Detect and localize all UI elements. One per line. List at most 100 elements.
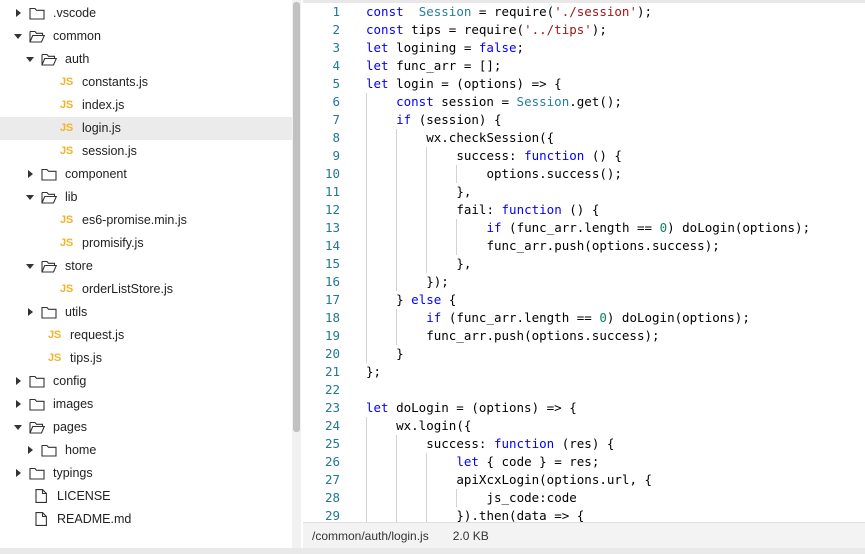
code-line[interactable]: 17} else {: [303, 291, 865, 309]
folder-open-icon: [41, 191, 57, 204]
code-token: './session': [554, 4, 637, 19]
chevron-down-icon[interactable]: [13, 31, 23, 41]
tree-item-utils[interactable]: utils: [0, 301, 292, 324]
code-text: } else {: [396, 291, 456, 309]
code-line[interactable]: 24 wx.login({: [303, 417, 865, 435]
indent-guide: [396, 201, 398, 219]
line-number: 3: [332, 40, 340, 55]
code-line[interactable]: 15},: [303, 255, 865, 273]
tree-item-home[interactable]: home: [0, 439, 292, 462]
code-token: ) doLogin(options);: [667, 220, 811, 235]
tree-item-index-js[interactable]: JS index.js: [0, 94, 292, 117]
js-file-icon: JS: [60, 214, 73, 226]
tree-item-license[interactable]: LICENSE: [0, 485, 292, 508]
tree-item-store[interactable]: store: [0, 255, 292, 278]
code-token: const: [366, 22, 404, 37]
tree-item-component[interactable]: component: [0, 163, 292, 186]
tree-item-label: constants.js: [82, 75, 149, 89]
code-line[interactable]: 18 if (func_arr.length == 0) doLogin(opti…: [303, 309, 865, 327]
tree-item-request-js[interactable]: JS request.js: [0, 324, 292, 347]
code-line[interactable]: 9 success: function () {: [303, 147, 865, 165]
code-token: func_arr.push(options.success);: [426, 328, 660, 343]
code-line[interactable]: 21};: [303, 363, 865, 381]
code-line[interactable]: 2 const tips = require('../tips');: [303, 21, 865, 39]
code-token: let: [366, 76, 389, 91]
chevron-right-icon[interactable]: [13, 8, 23, 18]
folder-icon: [41, 306, 57, 319]
chevron-right-icon[interactable]: [13, 376, 23, 386]
code-token: });: [426, 274, 449, 289]
line-number: 5: [332, 76, 340, 91]
tree-item-typings[interactable]: typings: [0, 462, 292, 485]
code-line[interactable]: 7 if (session) {: [303, 111, 865, 129]
code-line[interactable]: 22: [303, 381, 865, 399]
indent-guide: [396, 453, 398, 471]
code-line[interactable]: 5 let login = (options) => {: [303, 75, 865, 93]
code-text: },: [456, 183, 471, 201]
code-token: wx.checkSession({: [426, 130, 555, 145]
status-file-size: 2.0 KB: [452, 528, 489, 543]
code-line[interactable]: 10 options.success();: [303, 165, 865, 183]
tree-item-login-js[interactable]: JS login.js: [0, 116, 292, 140]
code-line[interactable]: 19 func_arr.push(options.success);: [303, 327, 865, 345]
indent-guide: [396, 471, 398, 489]
chevron-right-icon[interactable]: [25, 445, 35, 455]
code-line[interactable]: 26 let { code } = res;: [303, 453, 865, 471]
sidebar-scrollbar[interactable]: [292, 0, 301, 554]
indent-guide: [366, 435, 367, 453]
tree-item-es6-promise-min-js[interactable]: JS es6-promise.min.js: [0, 209, 292, 232]
code-editor[interactable]: 1 const Session = require('./session'); 2 c…: [303, 0, 865, 522]
code-line[interactable]: 25 success: function (res) {: [303, 435, 865, 453]
code-line[interactable]: 3 let logining = false;: [303, 39, 865, 57]
code-line[interactable]: 23 let doLogin = (options) => {: [303, 399, 865, 417]
tree-item-common[interactable]: common: [0, 25, 292, 48]
line-number: 10: [324, 166, 340, 181]
code-line[interactable]: 1 const Session = require('./session');: [303, 3, 865, 21]
code-line[interactable]: 28 js_code:code: [303, 489, 865, 507]
chevron-down-icon[interactable]: [25, 54, 35, 64]
tree-item-label: typings: [53, 466, 93, 480]
code-text: func_arr.push(options.success);: [486, 237, 719, 255]
tree-item-orderliststore-js[interactable]: JS orderListStore.js: [0, 278, 292, 301]
tree-item-session-js[interactable]: JS session.js: [0, 140, 292, 163]
tree-item-lib[interactable]: lib: [0, 186, 292, 209]
code-line[interactable]: 29}).then(data => {: [303, 507, 865, 522]
code-line[interactable]: 27 apiXcxLogin(options.url, {: [303, 471, 865, 489]
line-number: 2: [332, 22, 340, 37]
tree-item-images[interactable]: images: [0, 393, 292, 416]
tree-item-vscode[interactable]: .vscode: [0, 2, 292, 25]
code-line[interactable]: 12 fail: function () {: [303, 201, 865, 219]
folder-open-icon: [41, 53, 57, 66]
chevron-down-icon[interactable]: [25, 261, 35, 271]
code-line[interactable]: 20}: [303, 345, 865, 363]
tree-item-config[interactable]: config: [0, 370, 292, 393]
chevron-down-icon[interactable]: [13, 422, 23, 432]
code-line[interactable]: 13 if (func_arr.length == 0) doLogin(opti…: [303, 219, 865, 237]
status-bar: /common/auth/login.js 2.0 KB: [303, 522, 865, 548]
chevron-right-icon[interactable]: [25, 169, 35, 179]
tree-item-promisify-js[interactable]: JS promisify.js: [0, 232, 292, 255]
code-line[interactable]: 14 func_arr.push(options.success);: [303, 237, 865, 255]
code-text: apiXcxLogin(options.url, {: [456, 471, 652, 489]
tree-item-auth[interactable]: auth: [0, 48, 292, 71]
sidebar-scrollbar-thumb[interactable]: [293, 2, 300, 432]
tree-item-pages[interactable]: pages: [0, 416, 292, 439]
tree-item-readme-md[interactable]: README.md: [0, 508, 292, 531]
indent-guide: [366, 309, 367, 327]
folder-open-icon: [29, 421, 45, 434]
code-line[interactable]: 8 wx.checkSession({: [303, 129, 865, 147]
chevron-right-icon[interactable]: [25, 307, 35, 317]
indent-guide: [366, 183, 367, 201]
chevron-right-icon[interactable]: [13, 399, 23, 409]
js-file-icon: JS: [60, 237, 73, 249]
code-line[interactable]: 11},: [303, 183, 865, 201]
chevron-down-icon[interactable]: [25, 192, 35, 202]
code-line[interactable]: 16});: [303, 273, 865, 291]
tree-item-label: common: [53, 29, 101, 43]
tree-item-tips-js[interactable]: JS tips.js: [0, 347, 292, 370]
code-text: };: [366, 363, 381, 381]
code-line[interactable]: 6 const session = Session.get();: [303, 93, 865, 111]
chevron-right-icon[interactable]: [13, 468, 23, 478]
code-line[interactable]: 4 let func_arr = [];: [303, 57, 865, 75]
tree-item-constants-js[interactable]: JS constants.js: [0, 71, 292, 94]
